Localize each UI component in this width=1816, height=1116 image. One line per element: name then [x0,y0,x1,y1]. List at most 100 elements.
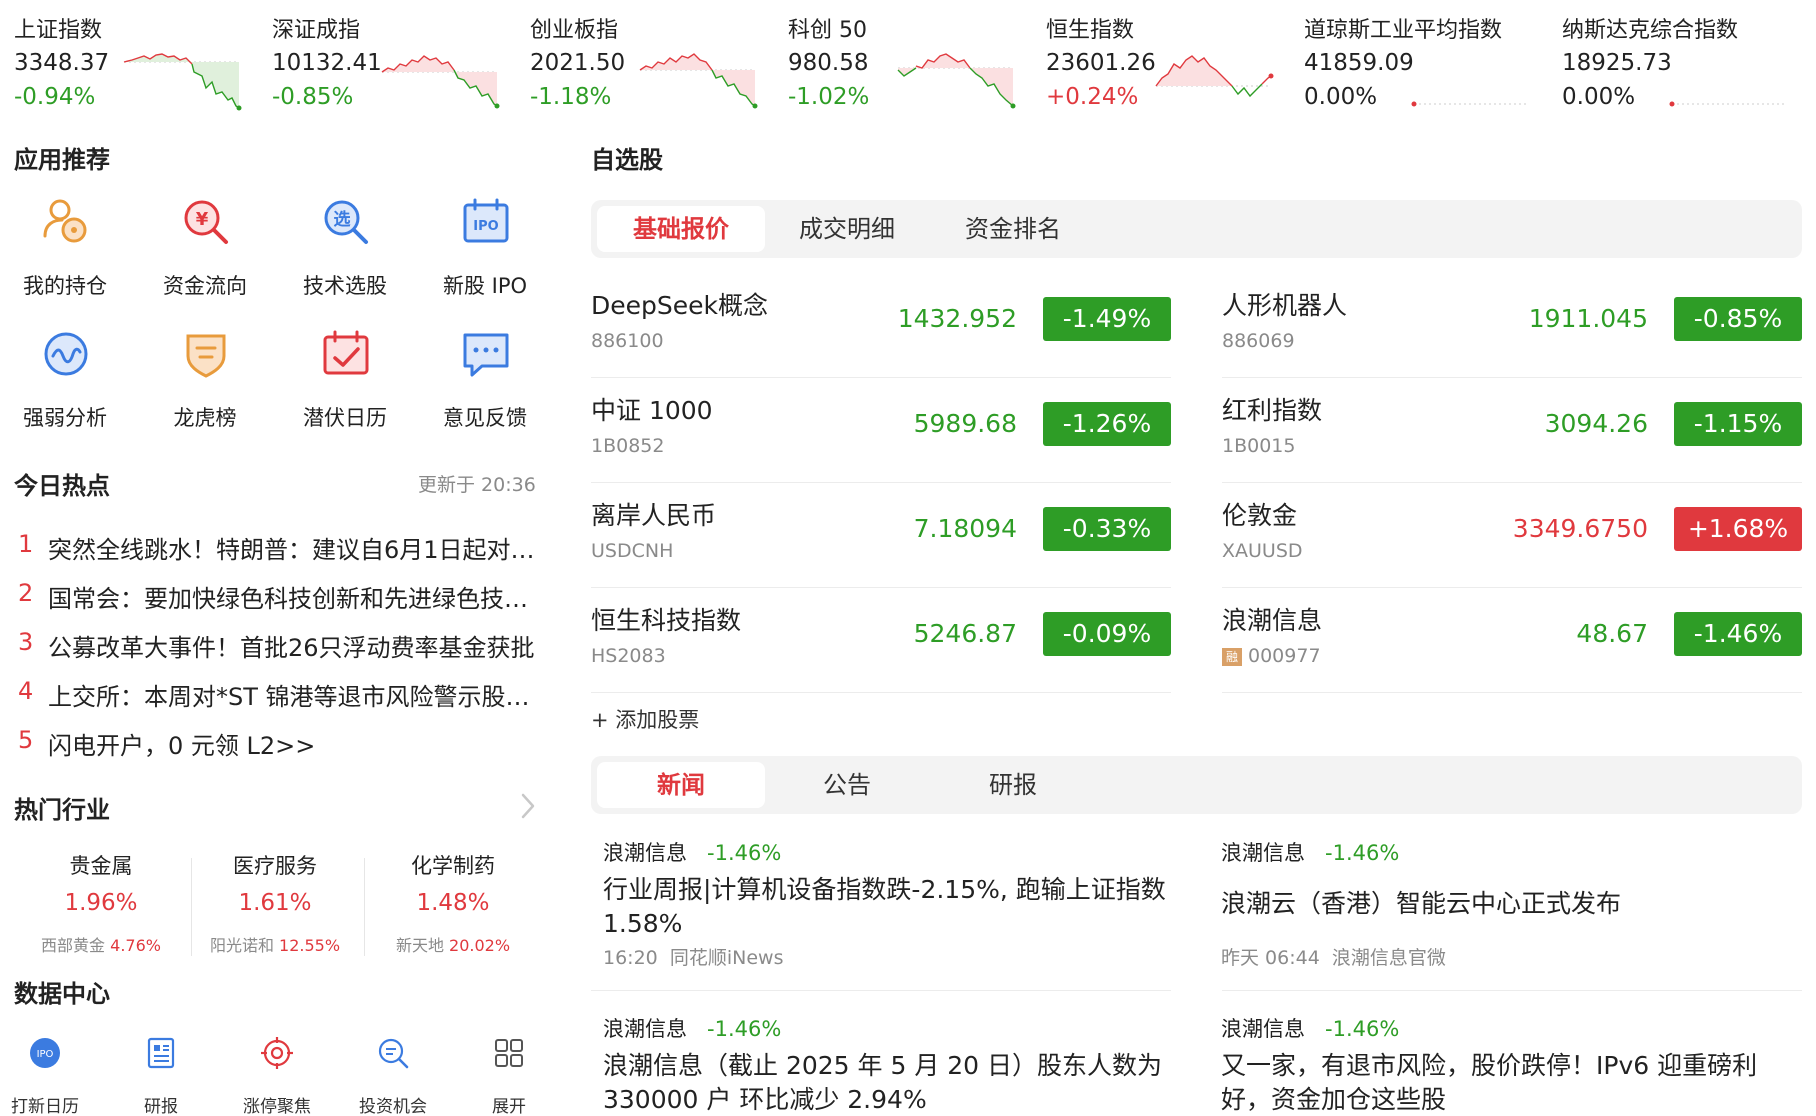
app-label: 技术选股 [303,274,387,298]
index-card-star50[interactable]: 科创 50 980.58 -1.02% [788,8,1018,118]
hot-news-item[interactable]: 3 公募改革大事件！首批26只浮动费率基金获批 [14,628,544,668]
index-sparkline [639,53,758,109]
stock-price: 1432.952 [897,304,1017,333]
index-card-shenzhen[interactable]: 深证成指 10132.41 -0.85% [272,8,502,118]
news-stock-tag: 浪潮信息 -1.46% [1221,837,1399,867]
expand-grid-icon [495,1039,523,1067]
app-feedback[interactable]: 意见反馈 [420,328,550,448]
industry-leader: 新天地 20.02% [378,932,528,956]
app-hidden-calendar[interactable]: 潜伏日历 [280,328,410,448]
news-item[interactable]: 浪潮信息 -1.46% 浪潮信息（截止 2025 年 5 月 20 日）股东人数为… [591,1013,1171,1114]
index-value: 41859.09 [1304,50,1414,76]
tab-basic-quote[interactable]: 基础报价 [597,206,765,252]
index-sparkline [897,53,1016,109]
watchlist-row[interactable]: 浪潮信息 融 000977 48.67 -1.46% [1222,589,1802,693]
hot-news-item[interactable]: 5 闪电开户，0 元领 L2>> [14,726,544,766]
app-label: 新股 IPO [442,274,528,298]
stock-price: 5989.68 [913,409,1017,438]
data-center-ipo-calendar[interactable]: IPO 打新日历 [0,1036,100,1116]
hot-rank: 3 [18,628,34,656]
industry-leader-name: 新天地 [395,936,444,955]
data-center-label: 打新日历 [11,1097,79,1116]
industry-card[interactable]: 化学制药 1.48% 新天地 20.02% [378,850,528,960]
app-label: 意见反馈 [443,406,527,430]
data-center-expand[interactable]: 展开 [454,1036,564,1116]
stock-code: 1B0015 [1222,435,1296,457]
hot-rank: 2 [18,579,34,607]
watchlist-row[interactable]: DeepSeek概念 886100 1432.952 -1.49% [591,274,1171,378]
app-my-holdings[interactable]: 我的持仓 [0,196,130,316]
stock-picker-icon: 选 [324,200,368,244]
ipo-calendar-glyph: IPO [37,1049,54,1060]
news-item[interactable]: 浪潮信息 -1.46% 又一家，有退市风险，股价跌停！IPv6 迎重磅利好，资金加… [1209,1013,1789,1114]
news-title: 又一家，有退市风险，股价跌停！IPv6 迎重磅利好，资金加仓这些股 [1221,1051,1758,1114]
stock-price: 7.18094 [913,514,1017,543]
strength-analysis-icon [44,332,88,376]
index-name: 创业板指 [530,18,619,43]
stock-name: 中证 1000 [591,396,713,425]
tab-announcements[interactable]: 公告 [763,762,931,808]
tab-trade-detail[interactable]: 成交明细 [763,206,931,252]
index-change: -1.18% [530,84,612,110]
app-dragon-tiger[interactable]: 龙虎榜 [140,328,270,448]
industry-card[interactable]: 贵金属 1.96% 西部黄金 4.76% [26,850,176,960]
add-stock-button[interactable]: + 添加股票 [591,704,699,734]
app-label: 我的持仓 [23,274,107,298]
stock-price: 3349.6750 [1512,514,1648,543]
tab-research[interactable]: 研报 [929,762,1097,808]
industry-change: 1.61% [238,890,312,916]
watchlist-section-title: 自选股 [591,146,663,174]
index-card-hangseng[interactable]: 恒生指数 23601.26 +0.24% [1046,8,1276,118]
news-meta: 16:20 同花顺iNews [603,943,783,970]
watchlist-row[interactable]: 离岸人民币 USDCNH 7.18094 -0.33% [591,484,1171,588]
industry-leader-change: 4.76% [110,936,161,955]
index-card-nasdaq[interactable]: 纳斯达克综合指数 18925.73 0.00% [1562,8,1792,118]
app-new-ipo[interactable]: IPO 新股 IPO [420,196,550,316]
industry-change: 1.96% [64,890,138,916]
investment-opportunity-icon [378,1038,409,1069]
data-center-limit-up[interactable]: 涨停聚焦 [222,1036,332,1116]
hot-news-text: 突然全线跳水！特朗普：建议自6月1日起对欧盟征收50%关税 [48,536,538,564]
app-strength-analysis[interactable]: 强弱分析 [0,328,130,448]
watchlist-row[interactable]: 伦敦金 XAUUSD 3349.6750 +1.68% [1222,484,1802,588]
hot-rank: 4 [18,677,34,705]
index-change: -0.94% [14,84,96,110]
stock-change-badge: -1.26% [1043,402,1171,446]
industry-card[interactable]: 医疗服务 1.61% 阳光诺和 12.55% [200,850,350,960]
app-label: 龙虎榜 [173,406,237,430]
app-stock-picker[interactable]: 选 技术选股 [280,196,410,316]
stock-price: 1911.045 [1528,304,1648,333]
industry-change: 1.48% [416,890,490,916]
index-card-chinext[interactable]: 创业板指 2021.50 -1.18% [530,8,760,118]
stock-code: 886100 [591,330,664,352]
news-item[interactable]: 浪潮信息 -1.46% 行业周报|计算机设备指数跌-2.15%, 跑输上证指数1.… [591,837,1171,987]
dragon-tiger-icon [186,334,226,378]
chevron-right-icon[interactable] [520,792,536,820]
index-card-shanghai[interactable]: 上证指数 3348.37 -0.94% [14,8,244,118]
data-center-research[interactable]: 研报 [106,1036,216,1116]
tab-fund-ranking[interactable]: 资金排名 [929,206,1097,252]
index-value: 980.58 [788,50,869,76]
hot-news-item[interactable]: 1 突然全线跳水！特朗普：建议自6月1日起对欧盟征收50%关税 [14,530,544,570]
tab-news[interactable]: 新闻 [597,762,765,808]
watchlist-row[interactable]: 红利指数 1B0015 3094.26 -1.15% [1222,379,1802,483]
stock-change-badge: -1.15% [1674,402,1802,446]
hot-news-item[interactable]: 4 上交所：本周对*ST 锦港等退市风险警示股票进行重点监控 [14,677,544,717]
watchlist-row[interactable]: 恒生科技指数 HS2083 5246.87 -0.09% [591,589,1171,693]
index-change: 0.00% [1304,84,1378,110]
hot-updated-time: 更新于 20:36 [418,474,536,496]
index-card-dowjones[interactable]: 道琼斯工业平均指数 41859.09 0.00% [1304,8,1534,118]
news-stock-change: -1.46% [1325,1017,1400,1041]
stock-code: XAUUSD [1222,540,1303,562]
index-change: +0.24% [1046,84,1139,110]
watchlist-row[interactable]: 中证 1000 1B0852 5989.68 -1.26% [591,379,1171,483]
hot-news-text: 上交所：本周对*ST 锦港等退市风险警示股票进行重点监控 [48,683,538,711]
news-meta: 昨天 06:44 浪潮信息官微 [1221,943,1446,970]
app-fund-flow[interactable]: ¥ 资金流向 [140,196,270,316]
news-stock-name: 浪潮信息 [1221,841,1305,865]
news-item[interactable]: 浪潮信息 -1.46% 浪潮云（香港）智能云中心正式发布 昨天 06:44 浪潮信… [1209,837,1789,987]
watchlist-row[interactable]: 人形机器人 886069 1911.045 -0.85% [1222,274,1802,378]
hot-news-item[interactable]: 2 国常会：要加快绿色科技创新和先进绿色技术推广应用 [14,579,544,619]
stock-name: 伦敦金 [1222,501,1298,530]
data-center-opportunity[interactable]: 投资机会 [338,1036,448,1116]
